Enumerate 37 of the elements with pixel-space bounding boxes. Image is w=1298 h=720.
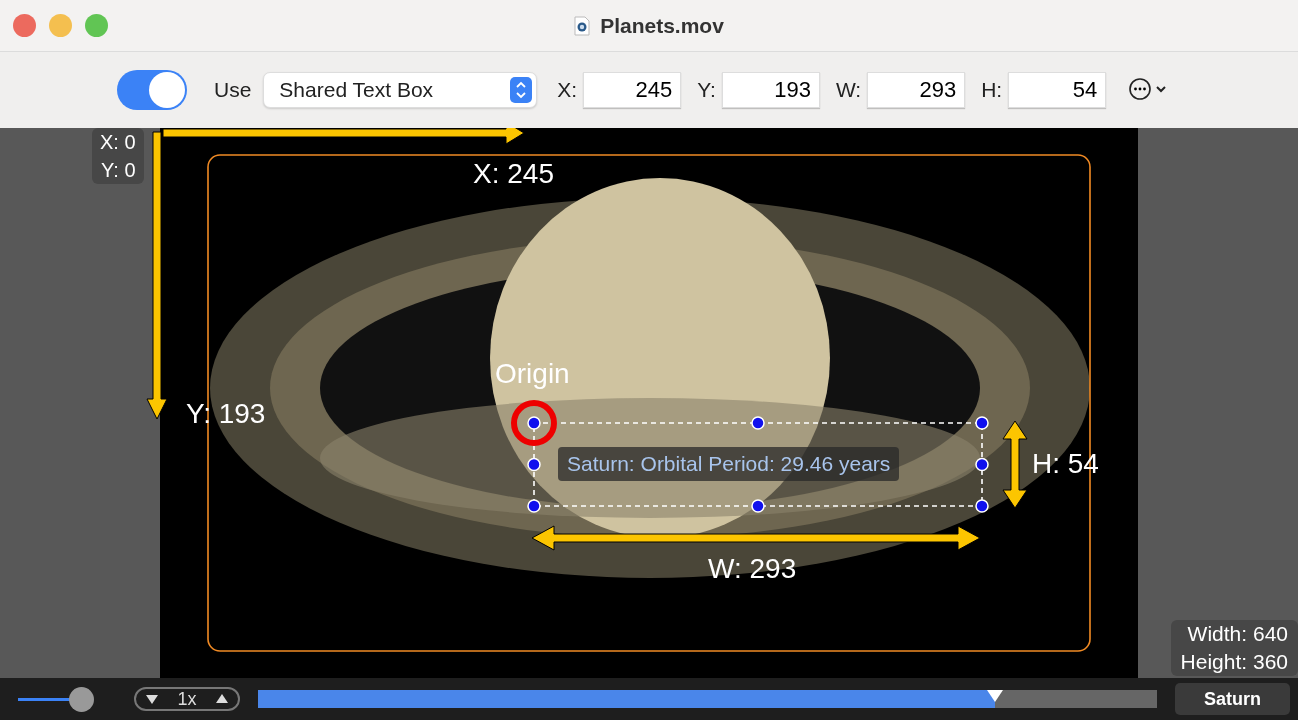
- use-label: Use: [214, 78, 252, 102]
- coordinate-field[interactable]: 54: [1008, 72, 1107, 108]
- caption-text-box[interactable]: Saturn: Orbital Period: 29.46 years: [558, 447, 900, 481]
- toggle-switch[interactable]: [117, 70, 187, 110]
- window-title: Planets.mov: [600, 13, 724, 38]
- faster-icon[interactable]: [214, 693, 229, 705]
- stepper-icon: [510, 77, 533, 103]
- field-label: Y:: [697, 78, 716, 102]
- speed-text: 1x: [177, 688, 197, 710]
- movie-file-icon: [574, 15, 591, 36]
- resize-handle[interactable]: [751, 416, 765, 430]
- resize-handle[interactable]: [527, 457, 541, 472]
- coordinate-text: Y: 0: [101, 158, 136, 183]
- origin-label: Origin: [495, 358, 570, 390]
- field-label: W:: [835, 78, 862, 102]
- chapter-button[interactable]: Saturn: [1175, 683, 1290, 715]
- resize-handle[interactable]: [975, 499, 989, 513]
- size-text: Width: 640: [1187, 621, 1288, 647]
- coordinate-field[interactable]: 293: [867, 72, 966, 108]
- origin-circle: [511, 400, 557, 446]
- text-box-select[interactable]: Shared Text Box: [263, 72, 538, 108]
- resize-handle[interactable]: [751, 499, 765, 513]
- width-label: W: 293: [708, 553, 797, 585]
- coordinate-field[interactable]: 193: [721, 72, 820, 108]
- size-text: Height: 360: [1180, 649, 1288, 675]
- resize-handle[interactable]: [527, 416, 541, 430]
- coordinate-field[interactable]: 245: [583, 72, 682, 108]
- x-offset-label: X: 245: [473, 158, 554, 190]
- speed-control[interactable]: 1x: [134, 687, 240, 711]
- coordinate-text: X: 0: [100, 130, 136, 155]
- slower-icon[interactable]: [145, 693, 160, 705]
- field-label: X:: [557, 78, 578, 102]
- field-label: H:: [981, 78, 1003, 102]
- close-button[interactable]: [13, 14, 36, 37]
- resize-handle[interactable]: [975, 457, 989, 472]
- resize-handle[interactable]: [527, 499, 541, 513]
- resize-handle[interactable]: [975, 416, 989, 430]
